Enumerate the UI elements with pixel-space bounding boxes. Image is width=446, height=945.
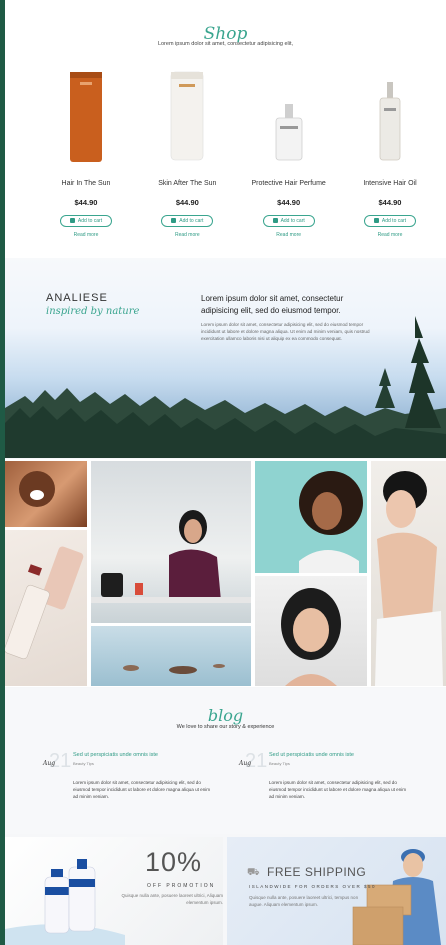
shipping-label: ISLANDWIDE FOR ORDERS OVER $50 — [249, 884, 377, 889]
bag-icon — [171, 218, 177, 223]
post-title-link[interactable]: Sed ut perspiciatis unde omnis iste — [73, 752, 158, 758]
gallery-photo-stones-water[interactable] — [91, 626, 251, 686]
post-month: Aug — [43, 760, 56, 767]
product-image[interactable] — [40, 62, 132, 170]
product-price: $44.90 — [378, 198, 402, 207]
product-price: $44.90 — [175, 198, 199, 207]
product-image[interactable] — [141, 62, 233, 170]
blog-section: blog We love to share our story & experi… — [5, 688, 446, 834]
brand-tagline: inspired by nature — [46, 306, 140, 317]
read-more-link[interactable]: Read more — [243, 232, 335, 238]
post-date: 21 Aug — [41, 750, 73, 776]
product-name[interactable]: Skin After The Sun — [141, 180, 233, 187]
bag-icon — [373, 218, 379, 223]
gallery-photo-laughing-woman[interactable] — [5, 461, 87, 527]
gallery-photo-woman-cafe[interactable] — [91, 461, 251, 623]
hero-heading: Lorem ipsum dolor sit amet, consectetur … — [201, 294, 344, 315]
product-card: Skin After The Sun $44.90 Add to cart Re… — [141, 62, 233, 238]
discount-text: Quisque nulla ante, posuere laoreet ultr… — [121, 893, 223, 905]
add-to-cart-button[interactable]: Add to cart — [363, 215, 417, 227]
product-image[interactable] — [243, 62, 335, 170]
bag-icon — [69, 218, 75, 223]
discount-amount: 10% — [145, 847, 203, 877]
shipping-truck-icon: ⛟ — [247, 867, 261, 878]
product-name[interactable]: Protective Hair Perfume — [243, 180, 335, 187]
shop-section: Shop Lorem ipsum dolor sit amet, consect… — [5, 0, 446, 258]
photo-gallery — [5, 459, 446, 687]
product-card: Protective Hair Perfume $44.90 Add to ca… — [243, 62, 335, 238]
add-to-cart-button[interactable]: Add to cart — [59, 215, 113, 227]
read-more-link[interactable]: Read more — [40, 232, 132, 238]
post-excerpt: Lorem ipsum dolor sit amet, consectetur … — [73, 780, 211, 799]
product-price: $44.90 — [277, 198, 301, 207]
blog-subtitle: We love to share our story & experience — [176, 724, 275, 730]
blog-title: blog — [207, 706, 244, 725]
gallery-photo-smiling-woman[interactable] — [255, 576, 367, 686]
shipping-title: FREE SHIPPING — [267, 865, 367, 879]
post-month: Aug — [239, 760, 252, 767]
post-date: 21 Aug — [237, 750, 269, 776]
product-list: Hair In The Sun $44.90 Add to cart Read … — [40, 62, 436, 238]
product-card: Hair In The Sun $44.90 Add to cart Read … — [40, 62, 132, 238]
hero-body-text: Lorem ipsum dolor sit amet, consectetur … — [201, 322, 370, 341]
add-to-cart-button[interactable]: Add to cart — [262, 215, 315, 227]
product-name[interactable]: Intensive Hair Oil — [344, 180, 436, 187]
bag-icon — [272, 218, 278, 223]
delivery-man-image — [352, 849, 441, 945]
blog-post: 21 Aug Sed ut perspiciatis unde omnis is… — [41, 750, 231, 810]
product-image[interactable] — [344, 62, 436, 170]
gallery-photo-skincare-bottles[interactable] — [5, 530, 87, 686]
forest-illustration — [5, 316, 446, 458]
discount-promo-banner[interactable]: 10% OFF PROMOTION Quisque nulla ante, po… — [5, 837, 223, 945]
blog-post: 21 Aug Sed ut perspiciatis unde omnis is… — [237, 750, 427, 810]
post-excerpt: Lorem ipsum dolor sit amet, consectetur … — [269, 780, 407, 799]
gallery-photo-spa-woman[interactable] — [371, 461, 446, 686]
add-to-cart-button[interactable]: Add to cart — [161, 215, 214, 227]
read-more-link[interactable]: Read more — [141, 232, 233, 238]
discount-label: OFF PROMOTION — [147, 883, 216, 889]
product-card: Intensive Hair Oil $44.90 Add to cart Re… — [344, 62, 436, 238]
shop-subtitle: Lorem ipsum dolor sit amet, consectetur … — [157, 41, 294, 47]
free-shipping-banner[interactable]: ⛟ FREE SHIPPING ISLANDWIDE FOR ORDERS OV… — [227, 837, 446, 945]
gallery-photo-curly-hair-woman[interactable] — [255, 461, 367, 573]
post-category[interactable]: Beauty Tips — [73, 761, 94, 766]
post-title-link[interactable]: Sed ut perspiciatis unde omnis iste — [269, 752, 354, 758]
read-more-link[interactable]: Read more — [344, 232, 436, 238]
product-name[interactable]: Hair In The Sun — [40, 180, 132, 187]
brand-hero-banner: ANALIESE inspired by nature Lorem ipsum … — [5, 258, 446, 458]
shipping-text: Quisque nulla ante, posuere laoreet ultr… — [249, 895, 359, 907]
brand-name: ANALIESE — [46, 292, 108, 304]
product-price: $44.90 — [74, 198, 98, 207]
post-category[interactable]: Beauty Tips — [269, 761, 290, 766]
